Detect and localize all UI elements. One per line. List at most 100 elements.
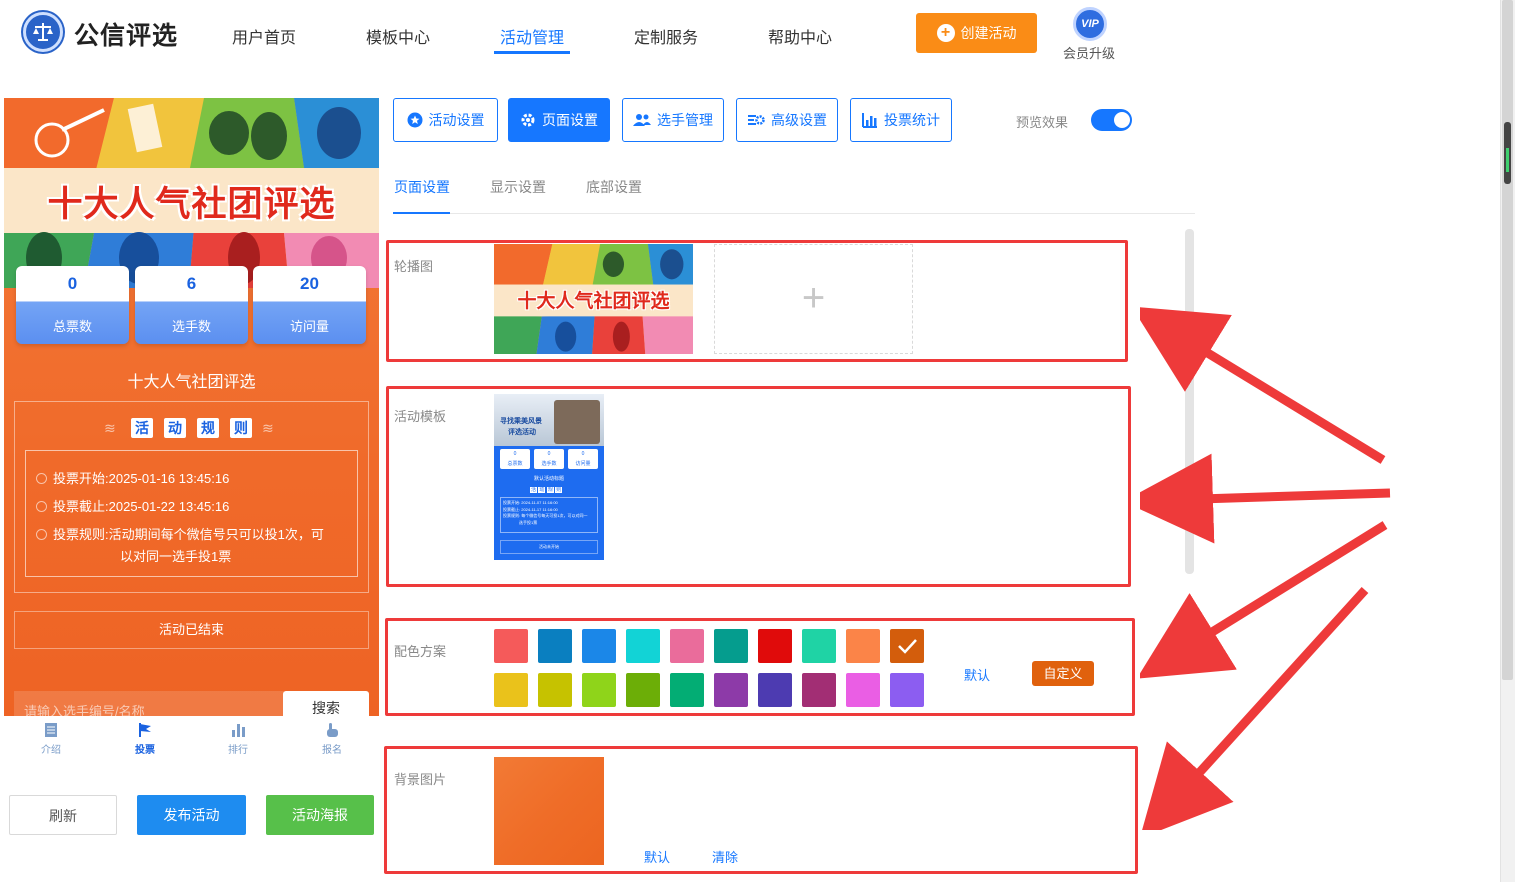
clock-icon bbox=[36, 473, 47, 484]
tabbar-vote[interactable]: 投票 bbox=[115, 722, 175, 756]
color-default-link[interactable]: 默认 bbox=[964, 665, 990, 684]
color-swatch[interactable] bbox=[714, 629, 748, 663]
gear-icon bbox=[521, 113, 535, 127]
annotation-arrows-icon bbox=[1140, 306, 1391, 830]
tabbar-signup[interactable]: 报名 bbox=[302, 722, 362, 756]
sliders-gear-icon bbox=[748, 115, 765, 125]
refresh-button[interactable]: 刷新 bbox=[9, 795, 117, 835]
publish-activity-button[interactable]: 发布活动 bbox=[137, 795, 246, 835]
create-activity-button[interactable]: + 创建活动 bbox=[916, 13, 1037, 53]
stat-label: 选手数 bbox=[171, 319, 211, 334]
vote-statistics-label: 投票统计 bbox=[884, 112, 940, 128]
color-swatch[interactable] bbox=[802, 629, 836, 663]
color-swatch[interactable] bbox=[758, 629, 792, 663]
rule-vote-end: 投票截止:2025-01-22 13:45:16 bbox=[36, 496, 229, 515]
color-swatch[interactable] bbox=[494, 629, 528, 663]
color-swatch[interactable] bbox=[846, 673, 880, 707]
stat-label: 访问量 bbox=[289, 319, 329, 334]
color-swatch[interactable] bbox=[494, 673, 528, 707]
scroll-marker-highlight bbox=[1506, 148, 1509, 172]
color-swatch[interactable] bbox=[846, 629, 880, 663]
stat-card-contestants: 6 选手数 bbox=[135, 266, 248, 344]
color-swatch[interactable] bbox=[802, 673, 836, 707]
rule-vote-rule-cont: 以对同一选手投1票 bbox=[120, 549, 232, 564]
preview-effect-label: 预览效果 bbox=[1016, 115, 1069, 130]
nav-item-help[interactable]: 帮助中心 bbox=[768, 24, 832, 48]
stat-value: 20 bbox=[300, 274, 319, 293]
activity-settings-button[interactable]: 活动设置 bbox=[393, 98, 498, 142]
brand-logo-icon[interactable] bbox=[23, 12, 63, 52]
background-default-link[interactable]: 默认 bbox=[644, 847, 670, 866]
brand-name[interactable]: 公信评选 bbox=[74, 16, 178, 52]
advanced-settings-label: 高级设置 bbox=[771, 112, 827, 128]
advanced-settings-button[interactable]: 高级设置 bbox=[736, 98, 838, 142]
tabbar-label: 介绍 bbox=[41, 745, 61, 756]
tabbar-label: 报名 bbox=[322, 745, 342, 756]
color-scheme-label: 配色方案 bbox=[394, 644, 447, 659]
carousel-image-thumb[interactable]: 十大人气社团评选 bbox=[494, 244, 693, 354]
color-swatch[interactable] bbox=[582, 673, 616, 707]
color-swatch[interactable] bbox=[626, 673, 660, 707]
tabbar-label: 排行 bbox=[228, 745, 248, 756]
clock-icon bbox=[36, 501, 47, 512]
nav-item-home[interactable]: 用户首页 bbox=[232, 24, 296, 48]
color-swatch[interactable] bbox=[670, 629, 704, 663]
page-settings-label: 页面设置 bbox=[542, 112, 598, 128]
activity-settings-label: 活动设置 bbox=[428, 112, 485, 128]
color-custom-button[interactable]: 自定义 bbox=[1032, 661, 1094, 686]
color-swatch[interactable] bbox=[626, 629, 660, 663]
tabbar-ranking[interactable]: 排行 bbox=[208, 722, 268, 756]
preview-search-input[interactable]: 请输入选手编号/名称 bbox=[14, 691, 284, 716]
color-swatch[interactable] bbox=[714, 673, 748, 707]
color-swatch[interactable] bbox=[538, 629, 572, 663]
window-scrollbar-thumb[interactable] bbox=[1502, 0, 1513, 680]
activity-poster-button[interactable]: 活动海报 bbox=[266, 795, 374, 835]
rules-heading-char: 动 bbox=[164, 418, 186, 438]
color-swatch[interactable] bbox=[890, 673, 924, 707]
subtab-page-settings[interactable]: 页面设置 bbox=[394, 177, 450, 197]
subtab-divider bbox=[393, 213, 1195, 214]
nav-active-indicator bbox=[494, 51, 570, 54]
banner-title: 十大人气社团评选 bbox=[47, 185, 336, 224]
stat-card-visits: 20 访问量 bbox=[253, 266, 366, 344]
color-swatch[interactable] bbox=[582, 629, 616, 663]
template-stat-card: 0 总票数 bbox=[500, 449, 530, 469]
rules-deco-left: ≋ bbox=[104, 420, 116, 436]
activity-template-thumb[interactable]: 寻找乘美风景 评选活动 0 总票数 0 选手数 0 访问量 默认活动标题 活 动 规 … bbox=[494, 394, 604, 574]
activity-ended-status: 活动已结束 bbox=[14, 611, 369, 649]
background-clear-link[interactable]: 清除 bbox=[712, 847, 738, 866]
background-image-thumb[interactable] bbox=[494, 757, 604, 865]
template-rules-text: 投票开始: 2024-11-07 11:16:00 投票截止: 2024-11-… bbox=[503, 500, 588, 525]
color-swatch[interactable] bbox=[758, 673, 792, 707]
flag-icon bbox=[139, 723, 151, 737]
template-label: 活动模板 bbox=[394, 409, 447, 424]
rule-vote-rule: 投票规则:活动期间每个微信号只可以投1次，可 bbox=[36, 524, 324, 543]
vip-upgrade-link[interactable]: 会员升级 bbox=[1063, 43, 1115, 62]
color-swatch[interactable] bbox=[670, 673, 704, 707]
bar-chart-icon bbox=[232, 724, 245, 737]
create-activity-label: 创建活动 bbox=[960, 25, 1017, 41]
tabbar-label: 投票 bbox=[135, 745, 155, 756]
vip-badge-icon[interactable]: VIP bbox=[1073, 7, 1107, 41]
template-tabbar bbox=[494, 560, 604, 574]
rules-deco-right: ≋ bbox=[262, 420, 274, 436]
carousel-label: 轮播图 bbox=[394, 259, 434, 274]
vote-statistics-button[interactable]: 投票统计 bbox=[850, 98, 952, 142]
stat-label: 总票数 bbox=[52, 319, 92, 334]
subtab-footer-settings[interactable]: 底部设置 bbox=[586, 177, 642, 197]
page-settings-button[interactable]: 页面设置 bbox=[508, 98, 610, 142]
subtab-display-settings[interactable]: 显示设置 bbox=[490, 177, 546, 197]
nav-item-custom-service[interactable]: 定制服务 bbox=[634, 24, 698, 48]
preview-search-button[interactable]: 搜索 bbox=[283, 691, 369, 716]
color-swatch[interactable] bbox=[538, 673, 572, 707]
template-stat-card: 0 选手数 bbox=[534, 449, 564, 469]
contestant-management-button[interactable]: 选手管理 bbox=[622, 98, 724, 142]
nav-item-templates[interactable]: 模板中心 bbox=[366, 24, 430, 48]
add-carousel-image-button[interactable]: + bbox=[714, 244, 913, 354]
tabbar-intro[interactable]: 介绍 bbox=[21, 722, 81, 756]
stat-value: 0 bbox=[67, 274, 78, 293]
nav-item-activity-management[interactable]: 活动管理 bbox=[500, 24, 564, 48]
subtab-active-indicator bbox=[393, 212, 450, 214]
color-swatch[interactable] bbox=[890, 629, 924, 663]
carousel-image-title: 十大人气社团评选 bbox=[517, 291, 670, 312]
